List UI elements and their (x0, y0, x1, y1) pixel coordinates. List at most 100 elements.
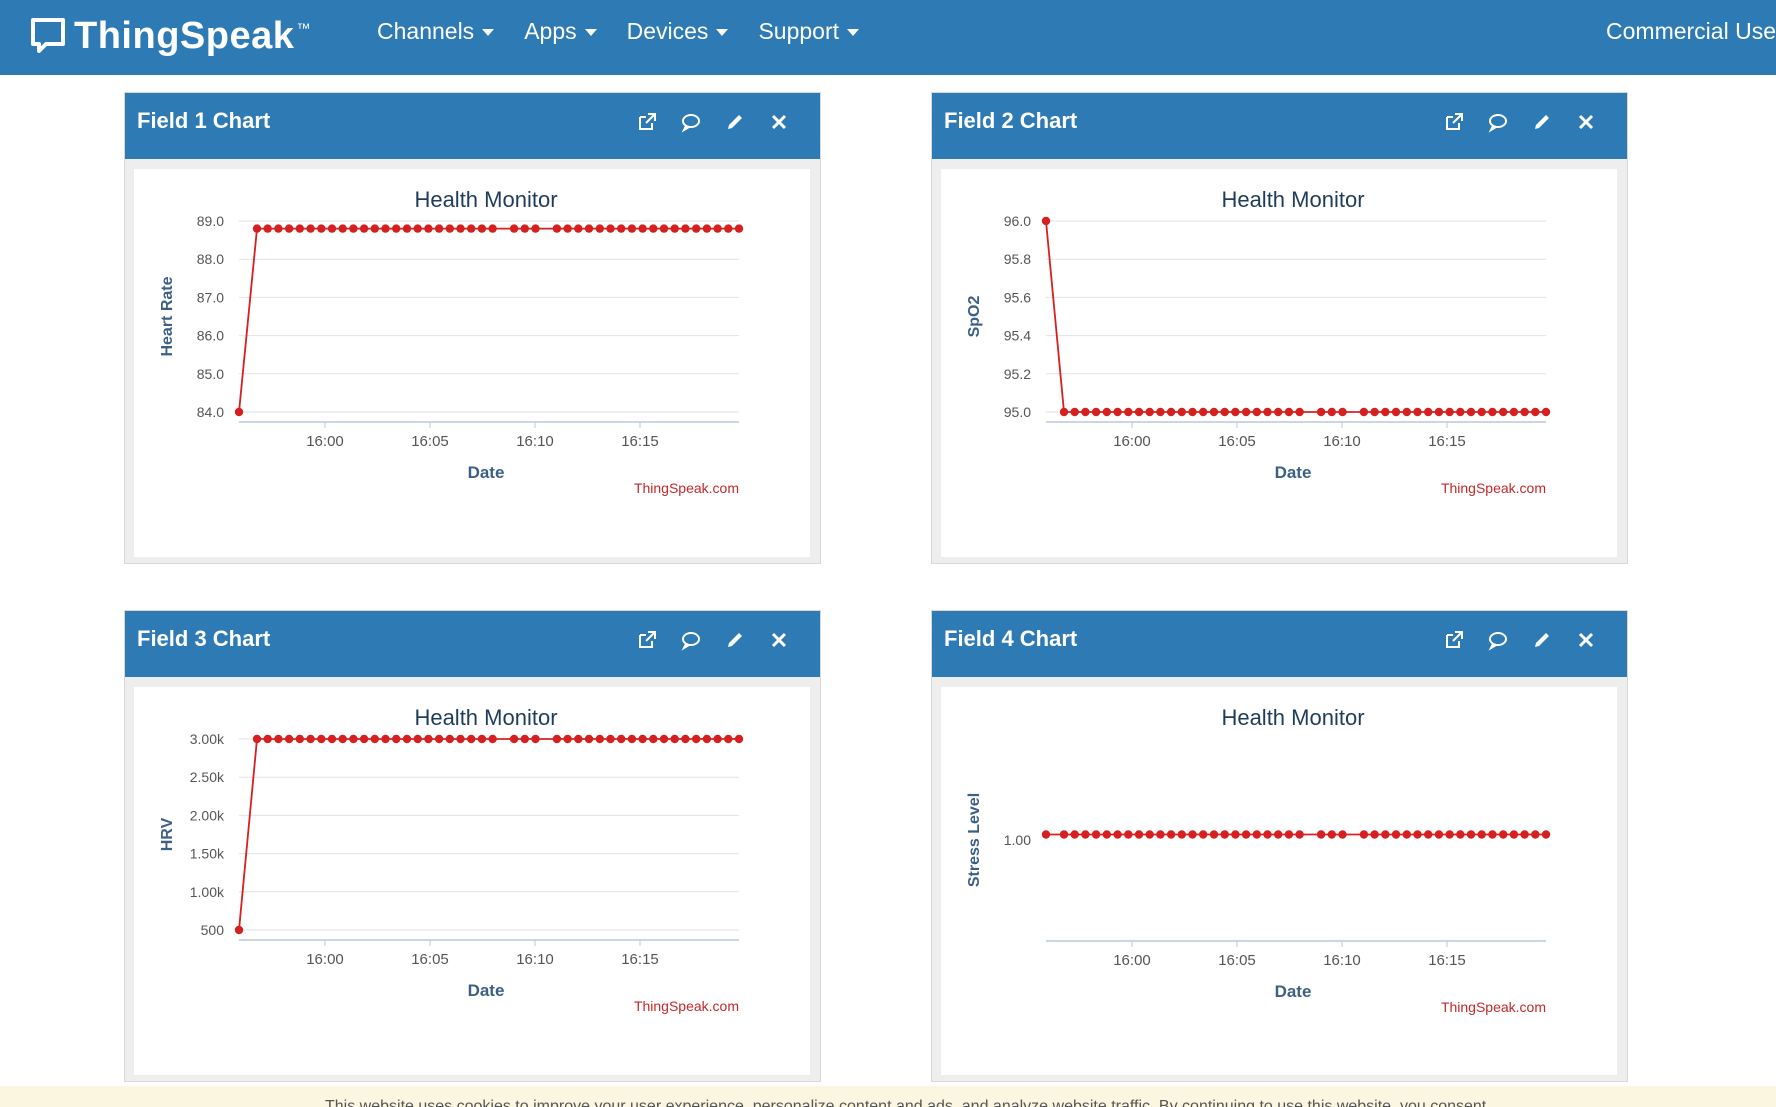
data-point (1541, 407, 1551, 417)
nav-commercial-use[interactable]: Commercial Use (1606, 18, 1776, 45)
data-point (531, 734, 540, 744)
data-point (1284, 830, 1294, 839)
data-point (1252, 407, 1261, 417)
data-point (692, 734, 701, 744)
y-tick-label: 95.6 (1004, 289, 1031, 305)
data-point (381, 734, 390, 744)
comment-icon[interactable] (680, 111, 702, 133)
y-tick-label: 86.0 (197, 328, 224, 344)
data-point (595, 224, 604, 233)
y-tick-label: 1.00 (1004, 832, 1031, 848)
field-1-line-chart[interactable]: Health Monitor 89.0 88.0 87.0 86.0 85.0 84.0 16… (134, 169, 810, 557)
data-point (1434, 830, 1444, 839)
nav-item-support[interactable]: Support (758, 18, 859, 45)
data-point (670, 734, 679, 744)
data-point (1466, 407, 1476, 417)
data-point (1520, 830, 1529, 839)
data-point (402, 734, 412, 744)
y-tick-label: 500 (201, 922, 225, 938)
brand-name: ThingSpeak (74, 14, 295, 57)
data-point (1177, 407, 1186, 417)
chart-credit: ThingSpeak.com (634, 998, 739, 1014)
comment-icon[interactable] (1487, 629, 1509, 651)
data-point (1477, 407, 1486, 417)
data-point (552, 224, 562, 233)
data-point (563, 224, 572, 233)
data-point (1134, 407, 1144, 417)
pencil-icon[interactable] (1531, 629, 1553, 651)
data-point (595, 734, 604, 744)
data-point (413, 734, 422, 744)
pencil-icon[interactable] (1531, 111, 1553, 133)
y-tick-label: 95.0 (1004, 404, 1031, 420)
external-link-icon[interactable] (1443, 111, 1465, 133)
y-tick-label: 88.0 (197, 251, 224, 267)
data-point (327, 224, 337, 233)
data-point (1381, 407, 1390, 417)
data-point (1166, 407, 1176, 417)
field-3-chart-panel: Field 3 Chart Health Monitor 3.00k 2.50k 2.… (124, 610, 821, 1082)
close-icon[interactable] (1575, 111, 1597, 133)
nav-item-channels[interactable]: Channels (377, 18, 495, 45)
close-icon[interactable] (768, 111, 790, 133)
data-point (1188, 830, 1197, 839)
panel-title: Field 3 Chart (137, 626, 271, 651)
field-1-chart-panel: Field 1 Chart Health Monitor 89.0 88.0 87.0… (124, 92, 821, 564)
data-point (317, 734, 326, 744)
chat-bubble-icon (31, 18, 65, 53)
y-axis-label: Stress Level (966, 793, 983, 887)
data-point (1177, 830, 1186, 839)
series-line (1045, 220, 1546, 413)
x-axis-label: Date (1275, 463, 1312, 482)
external-link-icon[interactable] (636, 629, 658, 651)
external-link-icon[interactable] (636, 111, 658, 133)
field-4-chart-panel: Field 4 Chart Health Monitor 1.00 16:00 16:… (931, 610, 1628, 1082)
panel-toolbar (1443, 111, 1597, 133)
field-4-line-chart[interactable]: Health Monitor 1.00 16:00 16:05 16:10 16:15 Da… (941, 687, 1617, 1075)
y-tick-label: 3.00k (190, 731, 225, 747)
nav-item-devices[interactable]: Devices (627, 18, 729, 45)
nav-item-label: Channels (377, 18, 475, 44)
data-point (681, 224, 690, 233)
data-point (1295, 407, 1304, 417)
comment-icon[interactable] (680, 629, 702, 651)
pencil-icon[interactable] (724, 629, 746, 651)
panel-toolbar (1443, 629, 1597, 651)
data-point (1145, 407, 1154, 417)
data-point (306, 224, 315, 233)
data-point (1327, 830, 1336, 839)
panel-title: Field 2 Chart (944, 108, 1078, 133)
close-icon[interactable] (1575, 629, 1597, 651)
data-point (467, 734, 476, 744)
data-point (520, 734, 529, 744)
x-tick-label: 16:10 (1323, 433, 1361, 450)
x-tick-label: 16:15 (621, 433, 659, 450)
caret-down-icon (482, 29, 495, 36)
data-point (263, 734, 272, 744)
data-point (488, 224, 497, 233)
external-link-icon[interactable] (1443, 629, 1465, 651)
caret-down-icon (716, 29, 729, 36)
data-point (702, 734, 712, 744)
pencil-icon[interactable] (724, 111, 746, 133)
comment-icon[interactable] (1487, 111, 1509, 133)
data-point (284, 224, 294, 233)
nav-item-apps[interactable]: Apps (524, 18, 597, 45)
data-point (434, 224, 444, 233)
data-point (234, 407, 244, 417)
data-point (1091, 830, 1101, 839)
data-point (1102, 407, 1111, 417)
brand-logo[interactable]: ThingSpeak ™ (30, 14, 310, 58)
data-point (1488, 830, 1497, 839)
field-2-line-chart[interactable]: Health Monitor 96.0 95.8 95.6 95.4 95.2 95.0 16… (941, 169, 1617, 557)
close-icon[interactable] (768, 629, 790, 651)
x-tick-label: 16:15 (1428, 433, 1466, 450)
data-point (584, 224, 594, 233)
data-point (1381, 830, 1390, 839)
data-point (1456, 407, 1465, 417)
data-point (606, 734, 615, 744)
chart-title: Health Monitor (414, 705, 557, 730)
data-point (467, 224, 476, 233)
data-point (381, 224, 390, 233)
field-3-line-chart[interactable]: Health Monitor 3.00k 2.50k 2.00k 1.50k 1.00k 5… (134, 687, 810, 1075)
